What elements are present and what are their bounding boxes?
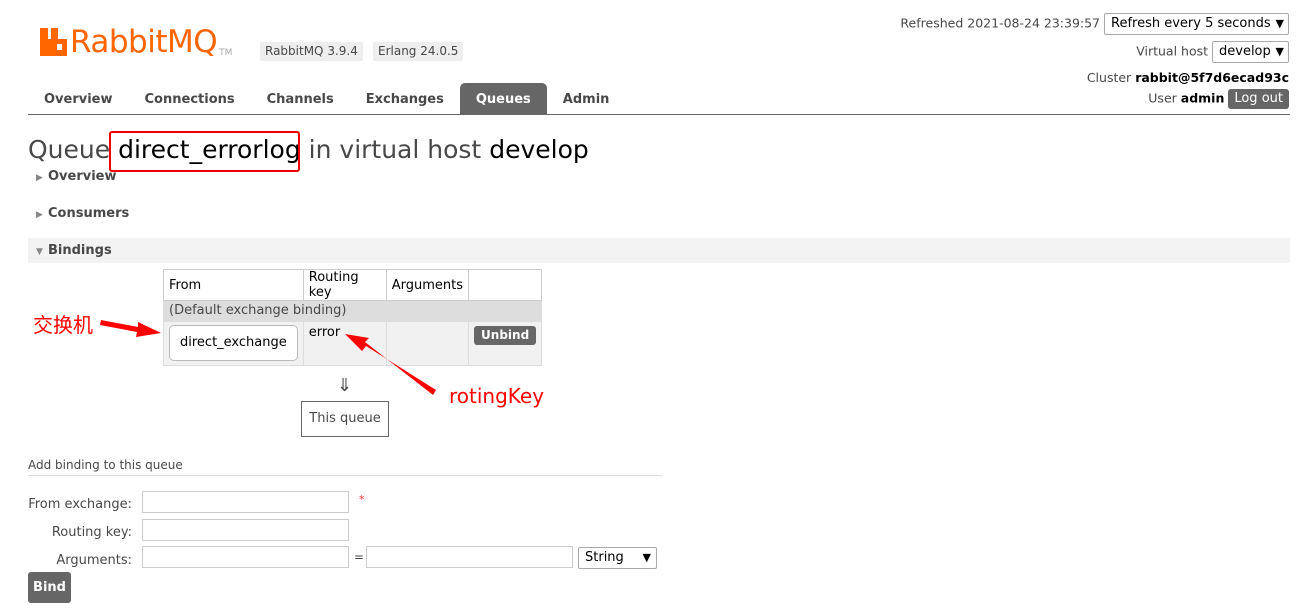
argument-type-select[interactable]: String ▼ <box>578 547 657 569</box>
form-divider <box>28 475 662 476</box>
from-exchange-input[interactable] <box>142 491 349 513</box>
arrow-to-routing-key-icon <box>345 334 436 395</box>
add-binding-title: Add binding to this queue <box>28 458 183 472</box>
dropdown-arrow-icon: ▼ <box>642 551 651 564</box>
argument-type-value: String <box>585 550 624 565</box>
argument-value-input[interactable] <box>366 546 573 568</box>
required-mark: * <box>359 493 365 506</box>
routing-key-label: Routing key: <box>51 525 132 540</box>
routing-key-input[interactable] <box>142 519 349 541</box>
arrow-to-exchange-icon <box>100 320 161 337</box>
argument-key-input[interactable] <box>142 546 349 568</box>
equals-sign: = <box>354 550 365 564</box>
bind-button[interactable]: Bind <box>28 572 71 603</box>
arguments-label: Arguments: <box>56 553 132 568</box>
from-exchange-label: From exchange: <box>28 497 132 512</box>
